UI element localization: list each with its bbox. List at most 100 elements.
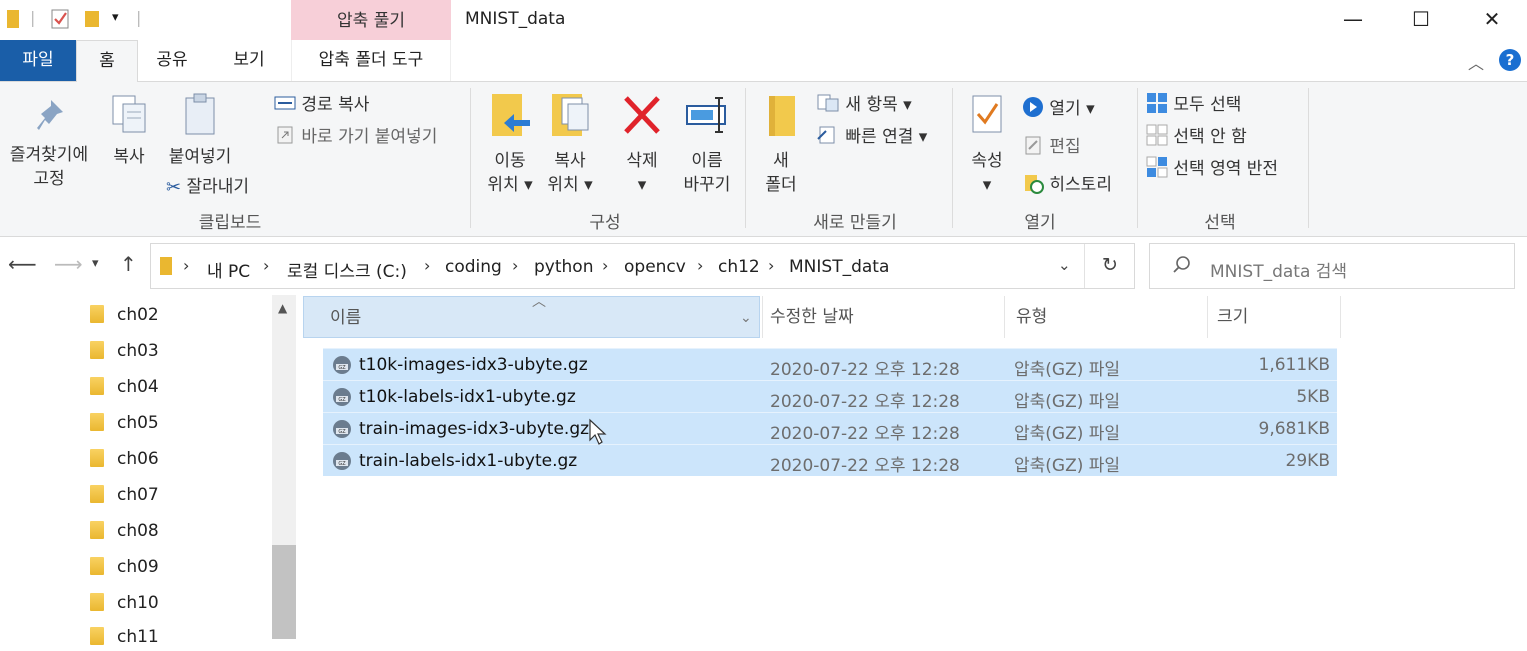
- edit-button[interactable]: 편집: [1022, 132, 1081, 161]
- scrollbar-thumb[interactable]: [272, 545, 296, 639]
- column-divider[interactable]: [1340, 296, 1341, 338]
- new-folder-label-1: 새: [773, 151, 789, 171]
- select-group-label: 선택: [1204, 213, 1236, 233]
- file-row[interactable]: GZ t10k-images-idx3-ubyte.gz 2020-07-22 …: [323, 348, 1337, 380]
- history-button[interactable]: 히스토리: [1022, 170, 1112, 199]
- sidebar-item-ch06[interactable]: ch06: [90, 449, 159, 473]
- tab-home[interactable]: 홈: [76, 40, 138, 83]
- refresh-icon[interactable]: ↻: [1102, 254, 1118, 276]
- properties-button[interactable]: 속성 ▾: [962, 90, 1012, 197]
- delete-label-1: 삭제: [626, 151, 658, 171]
- chevron-right-icon[interactable]: ›: [183, 256, 189, 275]
- column-header-size[interactable]: 크기: [1217, 296, 1248, 338]
- edit-label: 편집: [1049, 137, 1081, 157]
- chevron-right-icon[interactable]: ›: [768, 256, 774, 275]
- move-to-button[interactable]: 이동 위치 ▾: [480, 90, 540, 197]
- rename-label-1: 이름: [691, 151, 723, 171]
- paste-shortcut-button[interactable]: 바로 가기 붙여넣기: [274, 122, 437, 150]
- clipboard-icon: [182, 92, 218, 145]
- breadcrumb-local-disk[interactable]: 로컬 디스크 (C:): [287, 257, 407, 282]
- column-divider[interactable]: [762, 296, 763, 338]
- folder-icon: [90, 627, 104, 645]
- new-item-icon: [816, 93, 840, 118]
- copy-path-button[interactable]: 경로 복사: [274, 90, 369, 116]
- breadcrumb-coding[interactable]: coding: [445, 257, 502, 277]
- new-folder-label-2: 폴더: [765, 175, 797, 195]
- maximize-button[interactable]: ☐: [1401, 4, 1441, 34]
- column-header-type[interactable]: 유형: [1016, 296, 1047, 338]
- address-history-dropdown-icon[interactable]: ⌄: [1058, 256, 1071, 274]
- tab-zip-tools[interactable]: 압축 폴더 도구: [291, 40, 451, 81]
- sidebar-item-ch02[interactable]: ch02: [90, 305, 159, 329]
- sidebar-item-ch10[interactable]: ch10: [90, 593, 159, 617]
- select-none-icon: [1146, 124, 1168, 151]
- chevron-right-icon[interactable]: ›: [697, 256, 703, 275]
- chevron-right-icon[interactable]: ›: [263, 256, 269, 275]
- pin-to-quick-access-button[interactable]: 즐겨찾기에 고정: [2, 96, 96, 191]
- column-divider[interactable]: [1004, 296, 1005, 338]
- paste-button[interactable]: 붙여넣기: [162, 92, 238, 169]
- open-button[interactable]: 열기 ▾: [1022, 94, 1095, 123]
- file-row[interactable]: GZ train-labels-idx1-ubyte.gz 2020-07-22…: [323, 444, 1337, 476]
- copy-to-button[interactable]: 복사 위치 ▾: [540, 90, 600, 197]
- rename-icon: [683, 90, 731, 149]
- scroll-up-icon[interactable]: ▲: [278, 301, 287, 315]
- tab-view[interactable]: 보기: [222, 40, 276, 81]
- sidebar-item-ch05[interactable]: ch05: [90, 413, 159, 437]
- move-to-label-1: 이동: [494, 151, 526, 171]
- minimize-button[interactable]: —: [1333, 4, 1373, 34]
- back-arrow-icon[interactable]: ⟵: [8, 252, 37, 276]
- sidebar-item-ch08[interactable]: ch08: [90, 521, 159, 545]
- new-folder-button[interactable]: 새 폴더: [756, 90, 806, 197]
- chevron-right-icon[interactable]: ›: [424, 256, 430, 275]
- select-none-button[interactable]: 선택 안 함: [1146, 122, 1247, 151]
- help-icon[interactable]: ?: [1499, 49, 1521, 71]
- rename-button[interactable]: 이름 바꾸기: [676, 90, 738, 197]
- file-type: 압축(GZ) 파일: [1014, 424, 1121, 444]
- sidebar-item-ch09[interactable]: ch09: [90, 557, 159, 581]
- column-divider[interactable]: [1207, 296, 1208, 338]
- invert-selection-button[interactable]: 선택 영역 반전: [1146, 154, 1278, 183]
- column-header-name[interactable]: 이름 ︿ ⌄: [303, 294, 760, 339]
- up-arrow-icon[interactable]: ↑: [120, 252, 137, 276]
- sidebar-item-label: ch08: [117, 521, 159, 541]
- recent-locations-icon[interactable]: ▾: [92, 256, 99, 271]
- search-box[interactable]: MNIST_data 검색: [1149, 243, 1515, 289]
- column-header-date[interactable]: 수정한 날짜: [770, 296, 854, 338]
- breadcrumb-this-pc[interactable]: 내 PC: [207, 257, 250, 282]
- column-dropdown-icon[interactable]: ⌄: [740, 297, 752, 339]
- sidebar-item-ch04[interactable]: ch04: [90, 377, 159, 401]
- copy-button[interactable]: 복사: [106, 92, 152, 169]
- collapse-ribbon-icon[interactable]: ︿: [1468, 50, 1484, 74]
- address-bar[interactable]: › 내 PC › 로컬 디스크 (C:) › coding › python ›…: [150, 243, 1135, 289]
- breadcrumb-mnist-data[interactable]: MNIST_data: [789, 257, 889, 277]
- delete-button[interactable]: 삭제 ▾: [612, 90, 672, 197]
- breadcrumb-opencv[interactable]: opencv: [624, 257, 686, 277]
- new-folder-quick-icon[interactable]: [84, 8, 100, 34]
- select-all-button[interactable]: 모두 선택: [1146, 90, 1241, 119]
- tab-share[interactable]: 공유: [148, 40, 196, 81]
- tab-file[interactable]: 파일: [0, 40, 76, 81]
- file-type: 압축(GZ) 파일: [1014, 456, 1121, 476]
- file-date: 2020-07-22 오후 12:28: [770, 360, 960, 380]
- copy-path-icon: [274, 95, 296, 116]
- file-row[interactable]: GZ train-images-idx3-ubyte.gz 2020-07-22…: [323, 412, 1337, 444]
- sidebar-item-ch11[interactable]: ch11: [90, 627, 159, 651]
- breadcrumb-python[interactable]: python: [534, 257, 593, 277]
- cut-label: 잘라내기: [186, 177, 250, 197]
- file-row[interactable]: GZ t10k-labels-idx1-ubyte.gz 2020-07-22 …: [323, 380, 1337, 412]
- new-item-button[interactable]: 새 항목 ▾: [816, 90, 912, 118]
- properties-icon: [967, 90, 1007, 149]
- sidebar-item-ch07[interactable]: ch07: [90, 485, 159, 509]
- close-button[interactable]: ✕: [1472, 4, 1512, 34]
- cut-button[interactable]: ✂ 잘라내기: [166, 172, 249, 198]
- file-name: t10k-labels-idx1-ubyte.gz: [359, 387, 576, 407]
- properties-quick-icon[interactable]: [50, 8, 70, 34]
- quick-access-dropdown-icon[interactable]: ▾: [112, 10, 119, 25]
- breadcrumb-ch12[interactable]: ch12: [718, 257, 760, 277]
- chevron-right-icon[interactable]: ›: [602, 256, 608, 275]
- easy-access-button[interactable]: 빠른 연결 ▾: [816, 122, 927, 150]
- sidebar-item-ch03[interactable]: ch03: [90, 341, 159, 365]
- chevron-right-icon[interactable]: ›: [512, 256, 518, 275]
- forward-arrow-icon[interactable]: ⟶: [54, 252, 83, 276]
